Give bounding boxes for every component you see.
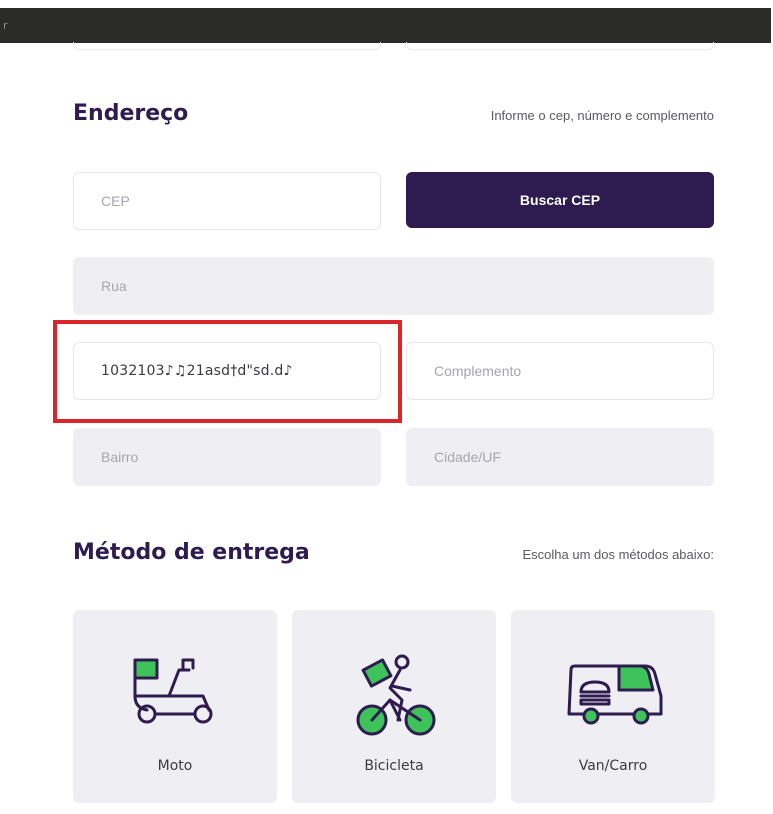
delivery-option-van-carro[interactable]: Van/Carro [511,610,715,803]
previous-field-right [406,42,714,50]
cidade-uf-input[interactable]: Cidade/UF [406,428,714,486]
bairro-input[interactable]: Bairro [73,428,381,486]
rua-input[interactable]: Rua [73,257,714,315]
delivery-van-icon [567,664,663,725]
highlight-annotation-box [53,320,402,423]
moto-label: Moto [157,758,193,774]
rua-placeholder: Rua [101,278,127,294]
delivery-section-title: Método de entrega [73,540,310,565]
buscar-cep-button[interactable]: Buscar CEP [406,172,714,228]
bicycle-courier-icon [356,654,436,736]
top-bar: r [0,8,771,43]
topbar-text: r [3,19,8,32]
bairro-placeholder: Bairro [101,449,139,465]
address-section-title: Endereço [73,101,189,126]
delivery-option-bicicleta[interactable]: Bicicleta [292,610,496,803]
van-carro-label: Van/Carro [578,758,648,774]
cidade-uf-placeholder: Cidade/UF [434,449,501,465]
delivery-option-moto[interactable]: Moto [73,610,277,803]
scooter-icon [133,658,213,724]
cep-placeholder: CEP [101,193,130,209]
complemento-placeholder: Complemento [434,363,522,379]
cep-input[interactable]: CEP [73,172,381,230]
previous-field-left [73,42,381,50]
complemento-input[interactable]: Complemento [406,342,714,400]
address-section-hint: Informe o cep, número e complemento [490,108,714,123]
delivery-section-hint: Escolha um dos métodos abaixo: [522,547,715,562]
bicicleta-label: Bicicleta [364,758,424,774]
